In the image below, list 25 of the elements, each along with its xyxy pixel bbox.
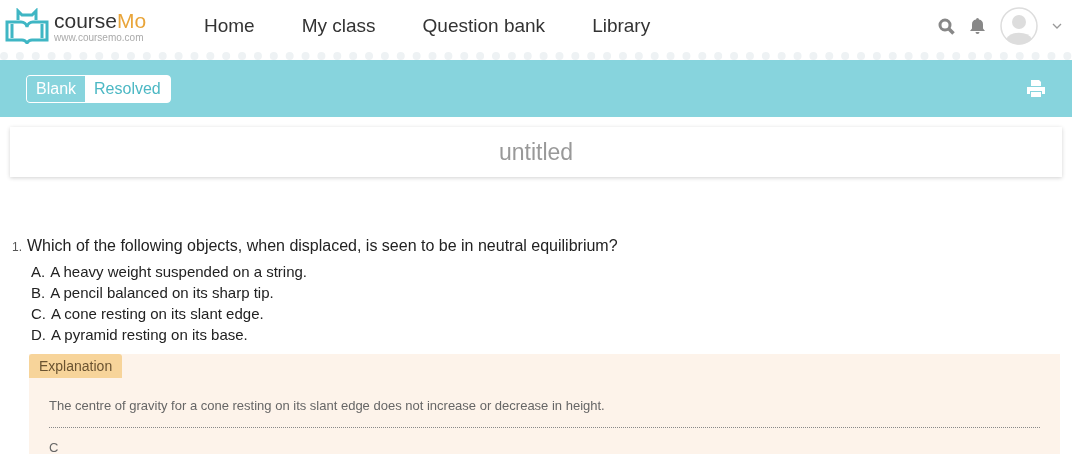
search-icon[interactable] <box>938 17 955 35</box>
bell-icon[interactable] <box>969 17 986 35</box>
option-letter: A. <box>31 263 46 281</box>
nav-link[interactable]: Home <box>204 15 255 37</box>
option-letter: C. <box>31 305 46 323</box>
option-text: A heavy weight suspended on a string. <box>50 263 308 281</box>
nav-link[interactable]: Library <box>592 15 651 37</box>
question-text: Which of the following objects, when displaced, is seen to be in neutral equilibrium? <box>27 237 618 255</box>
nav-link[interactable]: My class <box>301 15 376 37</box>
option-text: A pyramid resting on its base. <box>51 326 248 344</box>
explanation-label: Explanation <box>29 354 123 378</box>
print-icon[interactable] <box>1026 79 1046 98</box>
explanation-text: The centre of gravity for a cone resting on its slant edge does not increase or decrease in height. <box>49 398 1040 428</box>
option-text: A cone resting on its slant edge. <box>51 305 264 323</box>
logo-icon <box>4 8 50 44</box>
option-letter: D. <box>31 326 46 344</box>
brand-url: www.coursemo.com <box>54 31 145 43</box>
option-letter: B. <box>31 284 46 302</box>
nav-link[interactable]: Question bank <box>422 15 546 37</box>
brand-name: courseMo <box>54 9 147 32</box>
option-text: A pencil balanced on its sharp tip. <box>50 284 274 302</box>
chevron-down-icon[interactable] <box>1052 23 1062 29</box>
question-number: 1. <box>12 240 22 254</box>
sheet-title: untitled <box>498 138 574 166</box>
answer-text: C <box>49 440 60 454</box>
